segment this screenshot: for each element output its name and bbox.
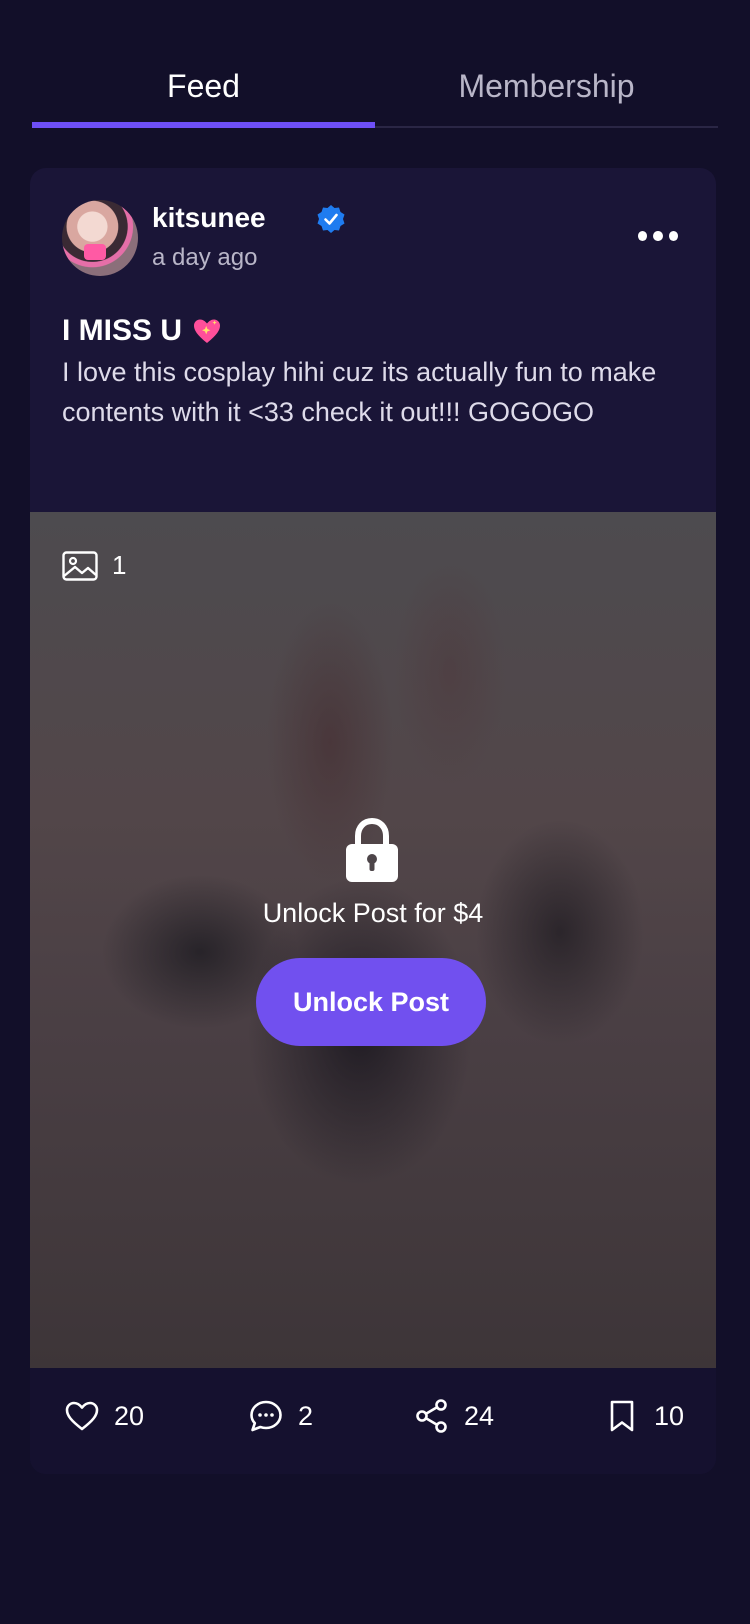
sparkling-heart-icon xyxy=(194,319,221,343)
post-header: kitsunee a day ago xyxy=(62,200,684,280)
bookmark-count: 10 xyxy=(654,1400,685,1431)
bookmark-button[interactable]: 10 xyxy=(604,1398,684,1434)
post-title-row: I MISS U xyxy=(62,314,222,348)
tab-bar: Feed Membership xyxy=(32,56,718,128)
image-icon xyxy=(62,550,98,581)
tab-feed-label: Feed xyxy=(167,68,240,104)
like-count: 20 xyxy=(114,1400,145,1431)
locked-media: 1 Unlock Post for $4 Unlock Post xyxy=(30,512,716,1368)
more-icon xyxy=(638,231,648,241)
comment-button[interactable]: 2 xyxy=(248,1398,313,1434)
post-card: kitsunee a day ago I MISS U I love this … xyxy=(30,168,716,1474)
unlock-post-button[interactable]: Unlock Post xyxy=(256,958,486,1046)
share-icon xyxy=(416,1399,447,1433)
media-count: 1 xyxy=(62,550,126,581)
lock-icon xyxy=(346,817,398,882)
bookmark-icon xyxy=(610,1400,634,1432)
tab-membership[interactable]: Membership xyxy=(375,56,718,126)
post-body: I love this cosplay hihi cuz its actuall… xyxy=(62,357,657,427)
like-button[interactable]: 20 xyxy=(64,1398,144,1434)
tab-feed[interactable]: Feed xyxy=(32,56,375,128)
post-title: I MISS U xyxy=(62,314,183,347)
post-actions: 20 2 24 10 xyxy=(30,1368,716,1474)
tab-membership-label: Membership xyxy=(458,68,635,104)
heart-icon xyxy=(65,1401,99,1431)
username[interactable]: kitsunee xyxy=(152,202,266,234)
share-count: 24 xyxy=(464,1400,495,1431)
more-options-button[interactable] xyxy=(638,228,678,244)
post-timestamp: a day ago xyxy=(152,244,258,271)
media-count-value: 1 xyxy=(112,550,127,580)
share-button[interactable]: 24 xyxy=(414,1398,494,1434)
unlock-price-text: Unlock Post for $4 xyxy=(262,898,484,928)
comment-count: 2 xyxy=(298,1400,314,1431)
avatar[interactable] xyxy=(62,200,138,276)
comment-icon xyxy=(250,1400,282,1432)
verified-icon xyxy=(317,205,345,233)
